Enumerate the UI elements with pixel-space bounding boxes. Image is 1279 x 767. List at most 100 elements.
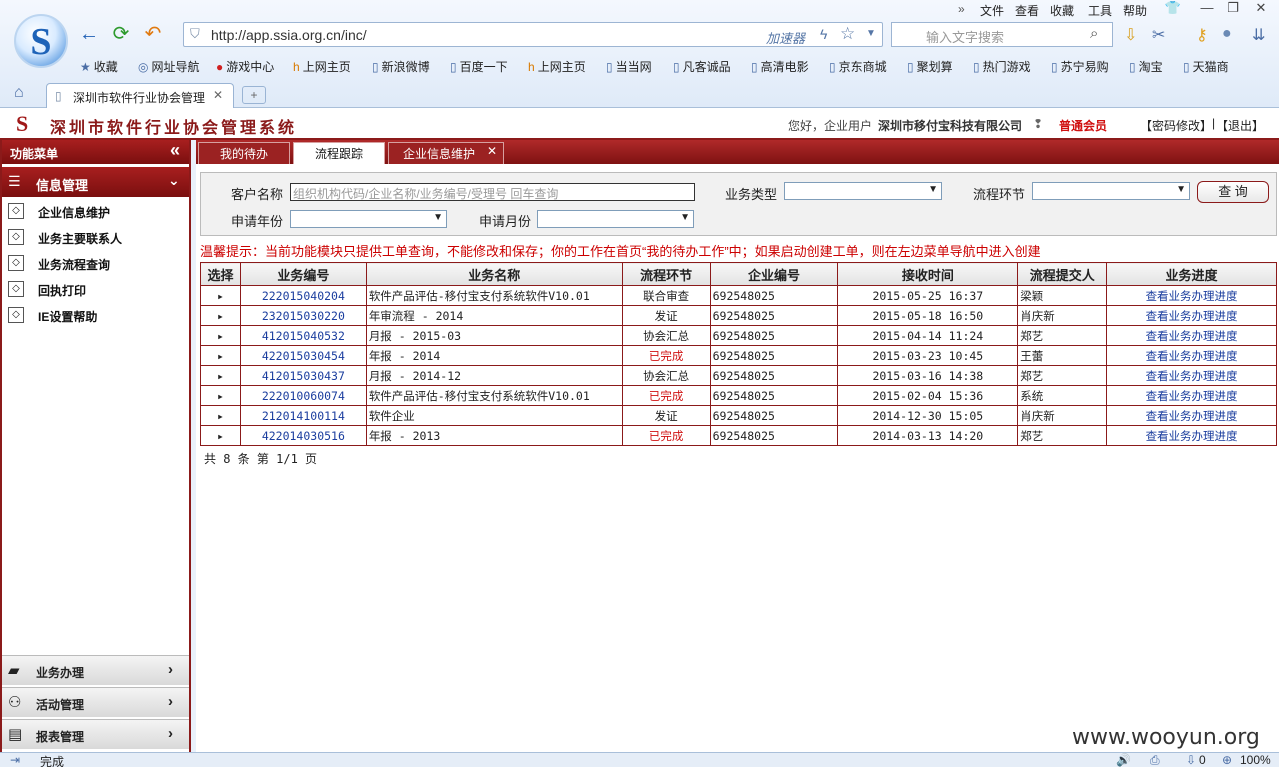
- business-number-link[interactable]: 232015030220: [262, 309, 345, 323]
- fav-item[interactable]: ▯ 当当网: [606, 58, 652, 75]
- search-icon[interactable]: ⌕: [1090, 25, 1098, 42]
- sidebar-item-process-query[interactable]: ◇ 业务流程查询: [6, 251, 186, 277]
- tab-my-todo[interactable]: 我的待办: [198, 142, 290, 164]
- tab-process-tracking[interactable]: 流程跟踪: [293, 142, 385, 164]
- sidebar-item-receipt-print[interactable]: ◇ 回执打印: [6, 277, 186, 303]
- progress-link-link[interactable]: 查看业务办理进度: [1146, 369, 1238, 383]
- year-select[interactable]: [290, 210, 447, 228]
- logout-link[interactable]: 【退出】: [1216, 117, 1264, 134]
- back-icon[interactable]: ←: [76, 22, 102, 46]
- minimize-icon[interactable]: —: [1196, 0, 1218, 18]
- fav-item[interactable]: ▯ 京东商城: [829, 58, 887, 75]
- sidebar-item-company-info[interactable]: ◇ 企业信息维护: [6, 199, 186, 225]
- sound-icon[interactable]: 🔊: [1116, 753, 1131, 767]
- progress-link[interactable]: 查看业务办理进度: [1106, 325, 1277, 346]
- row-select-icon[interactable]: ▸: [200, 305, 241, 326]
- download-icon[interactable]: ⇩: [1124, 25, 1137, 45]
- table-row[interactable]: ▸ 222015040204 软件产品评估-移付宝支付系统软件V10.01 联合审查 6…: [200, 285, 1277, 306]
- home-icon[interactable]: ⌂: [14, 84, 24, 102]
- menu-tools[interactable]: 工具: [1088, 2, 1112, 19]
- business-number-link[interactable]: 222015040204: [262, 289, 345, 303]
- table-row[interactable]: ▸ 222010060074 软件产品评估-移付宝支付系统软件V10.01 已完成 69…: [200, 385, 1277, 406]
- business-number[interactable]: 212014100114: [239, 405, 367, 426]
- fav-item[interactable]: ● 游戏中心: [216, 58, 274, 75]
- key-icon[interactable]: ⚷: [1196, 25, 1208, 45]
- collapse-icon[interactable]: ⇊: [1252, 25, 1265, 45]
- menu-favorites[interactable]: 收藏: [1050, 2, 1074, 19]
- business-number-link[interactable]: 412015030437: [262, 369, 345, 383]
- fav-item[interactable]: ◎ 网址导航: [138, 58, 200, 75]
- tab-company-info[interactable]: 企业信息维护 ✕: [388, 142, 504, 164]
- more-icon[interactable]: »: [958, 2, 965, 16]
- scissors-icon[interactable]: ✂: [1152, 25, 1165, 45]
- close-tab-icon[interactable]: ✕: [487, 140, 497, 162]
- sidebar-item-contacts[interactable]: ◇ 业务主要联系人: [6, 225, 186, 251]
- month-select[interactable]: [537, 210, 694, 228]
- browser-logo[interactable]: S: [14, 14, 68, 68]
- address-bar[interactable]: ⛉ http://app.ssia.org.cn/inc/ 加速器 ϟ ☆ ▼: [183, 22, 883, 47]
- search-input[interactable]: 输入文字搜索: [926, 27, 1004, 46]
- business-number-link[interactable]: 412015040532: [262, 329, 345, 343]
- menu-view[interactable]: 查看: [1015, 2, 1039, 19]
- skin-icon[interactable]: 👕: [1162, 0, 1184, 18]
- sidebar-item-ie-help[interactable]: ◇ IE设置帮助: [6, 303, 186, 329]
- progress-link[interactable]: 查看业务办理进度: [1106, 425, 1277, 446]
- password-change-link[interactable]: 【密码修改】: [1140, 117, 1212, 134]
- type-select[interactable]: [784, 182, 942, 200]
- business-number[interactable]: 412015040532: [239, 325, 367, 346]
- lightning-icon[interactable]: ϟ: [820, 26, 827, 42]
- sidebar-toggle-icon[interactable]: ⇥: [10, 753, 20, 767]
- business-number[interactable]: 422014030516: [239, 425, 367, 446]
- row-select-icon[interactable]: ▸: [200, 385, 241, 406]
- fav-item[interactable]: ▯ 苏宁易购: [1051, 58, 1109, 75]
- progress-link[interactable]: 查看业务办理进度: [1106, 345, 1277, 366]
- close-window-icon[interactable]: ✕: [1250, 0, 1272, 18]
- progress-link-link[interactable]: 查看业务办理进度: [1146, 329, 1238, 343]
- progress-link[interactable]: 查看业务办理进度: [1106, 285, 1277, 306]
- table-row[interactable]: ▸ 422014030516 年报 - 2013 已完成 692548025 2014-0…: [200, 425, 1277, 446]
- fav-item[interactable]: ▯ 百度一下: [450, 58, 508, 75]
- chat-icon[interactable]: ●: [1222, 25, 1232, 43]
- customer-input[interactable]: 组织机构代码/企业名称/业务编号/受理号 回车查询: [290, 183, 695, 201]
- star-icon[interactable]: ☆: [840, 24, 855, 44]
- zoom-icon[interactable]: ⊕: [1222, 753, 1232, 767]
- fav-item[interactable]: ▯ 聚划算: [907, 58, 953, 75]
- business-number[interactable]: 222010060074: [239, 385, 367, 406]
- chevron-down-icon[interactable]: ▼: [866, 28, 876, 39]
- browser-tab[interactable]: ▯ 深圳市软件行业协会管理 ✕: [46, 83, 234, 109]
- business-number-link[interactable]: 422015030454: [262, 349, 345, 363]
- progress-link-link[interactable]: 查看业务办理进度: [1146, 409, 1238, 423]
- table-row[interactable]: ▸ 212014100114 软件企业 发证 692548025 2014-12-30 1…: [200, 405, 1277, 426]
- search-box[interactable]: 输入文字搜索 ⌕: [891, 22, 1113, 47]
- progress-link[interactable]: 查看业务办理进度: [1106, 365, 1277, 386]
- close-tab-icon[interactable]: ✕: [213, 88, 223, 102]
- fav-item[interactable]: ▯ 新浪微博: [372, 58, 430, 75]
- print-icon[interactable]: ⎙: [1150, 753, 1160, 767]
- business-number[interactable]: 232015030220: [239, 305, 367, 326]
- fav-item[interactable]: ★ 收藏: [80, 58, 118, 75]
- table-row[interactable]: ▸ 232015030220 年审流程 - 2014 发证 692548025 2015-…: [200, 305, 1277, 326]
- fav-item[interactable]: ▯ 高清电影: [751, 58, 809, 75]
- query-button[interactable]: 查 询: [1197, 181, 1269, 203]
- table-row[interactable]: ▸ 422015030454 年报 - 2014 已完成 692548025 2015-0…: [200, 345, 1277, 366]
- sidebar-section-report[interactable]: ▤ 报表管理 ›: [2, 719, 189, 749]
- refresh-icon[interactable]: ⟳: [108, 22, 134, 46]
- restore-icon[interactable]: ❐: [1222, 0, 1244, 18]
- fav-item[interactable]: ▯ 淘宝: [1129, 58, 1163, 75]
- fav-item[interactable]: ▯ 天猫商: [1183, 58, 1229, 75]
- business-number[interactable]: 412015030437: [239, 365, 367, 386]
- sidebar-section-business[interactable]: ▰ 业务办理 ›: [2, 655, 189, 685]
- row-select-icon[interactable]: ▸: [200, 365, 241, 386]
- menu-file[interactable]: 文件: [980, 2, 1004, 19]
- progress-link[interactable]: 查看业务办理进度: [1106, 405, 1277, 426]
- progress-link[interactable]: 查看业务办理进度: [1106, 385, 1277, 406]
- undo-icon[interactable]: ↶: [140, 22, 166, 46]
- accelerator-label[interactable]: 加速器: [766, 28, 805, 47]
- new-tab-button[interactable]: +: [242, 86, 266, 104]
- fav-item[interactable]: ▯ 凡客诚品: [673, 58, 731, 75]
- step-select[interactable]: [1032, 182, 1190, 200]
- fav-item[interactable]: h 上网主页: [528, 58, 586, 75]
- sidebar-section-activity[interactable]: ⚇ 活动管理 ›: [2, 687, 189, 717]
- progress-link[interactable]: 查看业务办理进度: [1106, 305, 1277, 326]
- row-select-icon[interactable]: ▸: [200, 425, 241, 446]
